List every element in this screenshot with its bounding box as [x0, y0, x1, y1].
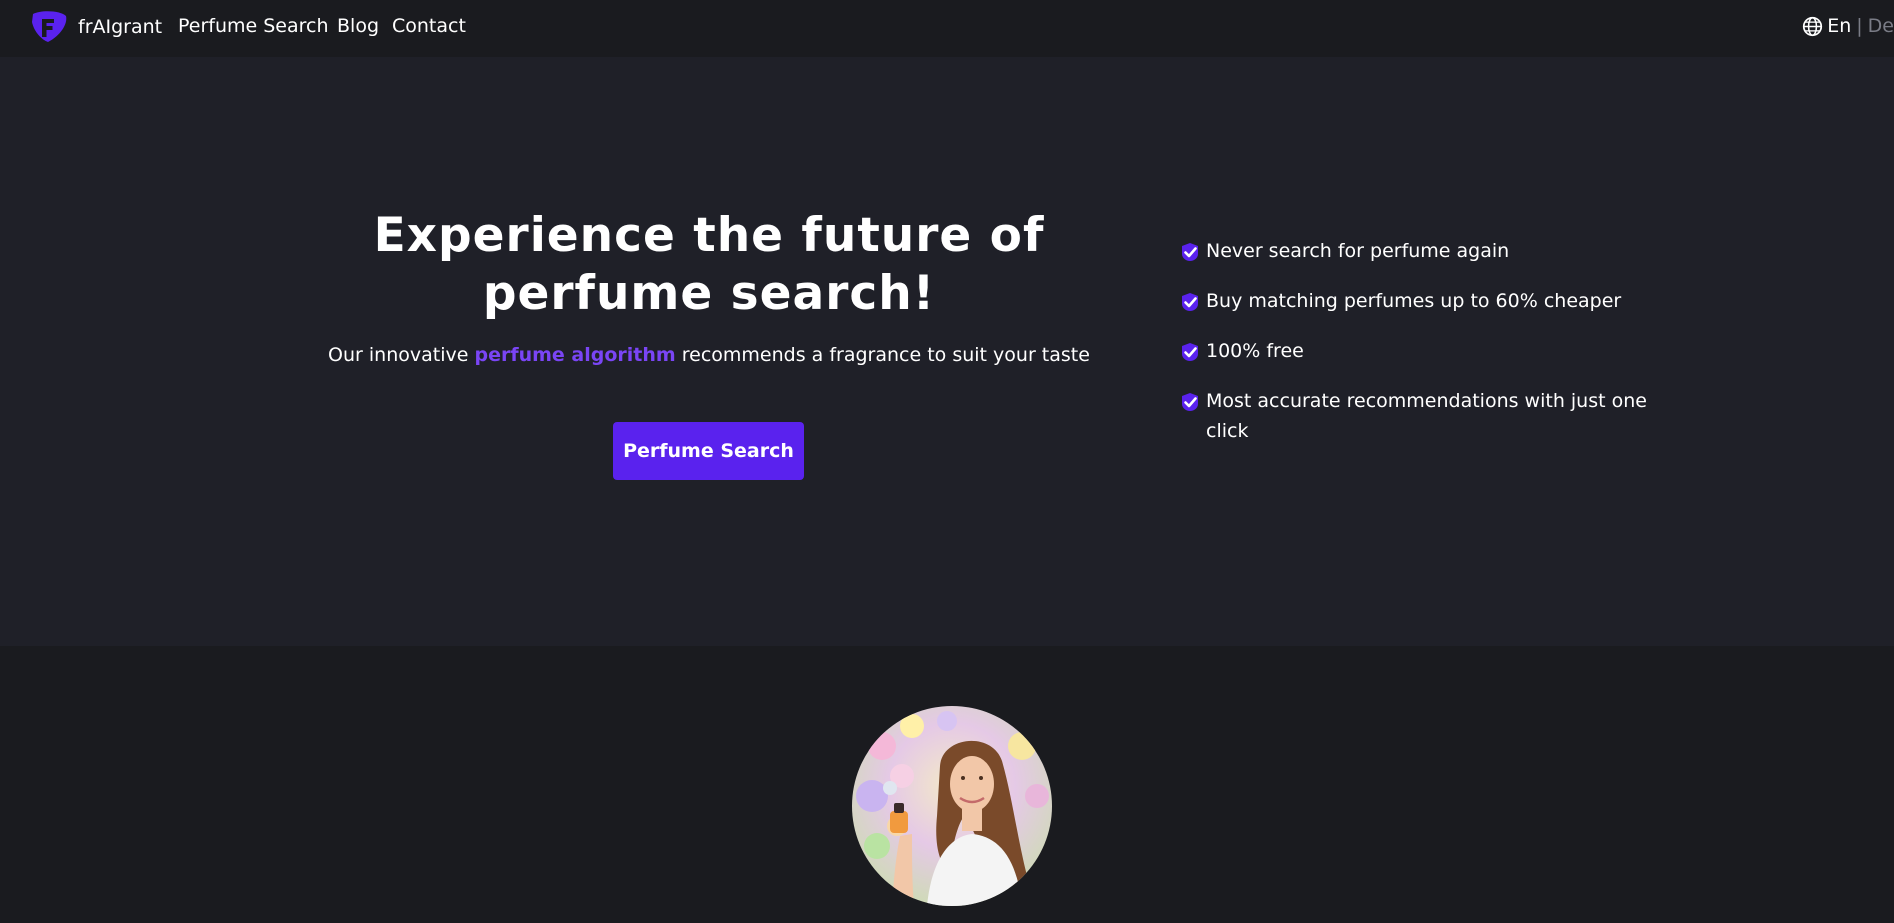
hero-section: Experience the future of perfume search!…	[0, 57, 1894, 646]
nav-link-contact[interactable]: Contact	[392, 15, 466, 37]
language-switcher: En | De	[1802, 15, 1894, 37]
language-de[interactable]: De	[1868, 15, 1894, 37]
feature-text: Buy matching perfumes up to 60% cheaper	[1206, 290, 1622, 312]
brand-link[interactable]: frAIgrant	[30, 10, 162, 43]
feature-text: Most accurate recommendations with just …	[1206, 390, 1647, 442]
check-icon	[1182, 293, 1198, 311]
hero-title: Experience the future of perfume search!	[373, 208, 1045, 321]
feature-list: Never search for perfume again Buy match…	[1180, 236, 1650, 466]
globe-icon	[1803, 16, 1823, 36]
nav-link-blog[interactable]: Blog	[337, 15, 379, 37]
hero-subtitle-suffix: recommends a fragrance to suit your tast…	[675, 344, 1090, 366]
perfume-search-button[interactable]: Perfume Search	[613, 422, 804, 480]
feature-item: Never search for perfume again	[1180, 236, 1650, 266]
perfume-algorithm-link[interactable]: perfume algorithm	[474, 344, 675, 366]
brand-name: frAIgrant	[78, 15, 163, 38]
navbar: frAIgrant Perfume Search Blog Contact En…	[0, 0, 1894, 57]
check-icon	[1182, 243, 1198, 261]
nav-link-perfume-search[interactable]: Perfume Search	[178, 15, 329, 37]
check-icon	[1182, 393, 1198, 411]
feature-text: Never search for perfume again	[1206, 240, 1510, 262]
hero-subtitle-prefix: Our innovative	[328, 344, 475, 366]
feature-item: 100% free	[1180, 336, 1650, 366]
feature-text: 100% free	[1206, 340, 1304, 362]
page: frAIgrant Perfume Search Blog Contact En…	[0, 0, 1894, 923]
testimonial-section	[0, 646, 1894, 923]
check-icon	[1182, 343, 1198, 361]
hero-subtitle: Our innovative perfume algorithm recomme…	[290, 344, 1128, 366]
woman-with-perfume-photo	[852, 706, 1052, 906]
language-en[interactable]: En	[1827, 15, 1851, 37]
language-separator: |	[1856, 15, 1863, 37]
feature-item: Buy matching perfumes up to 60% cheaper	[1180, 286, 1650, 316]
logo-f-icon	[32, 11, 67, 42]
avatar	[852, 706, 1052, 906]
feature-item: Most accurate recommendations with just …	[1180, 386, 1650, 446]
